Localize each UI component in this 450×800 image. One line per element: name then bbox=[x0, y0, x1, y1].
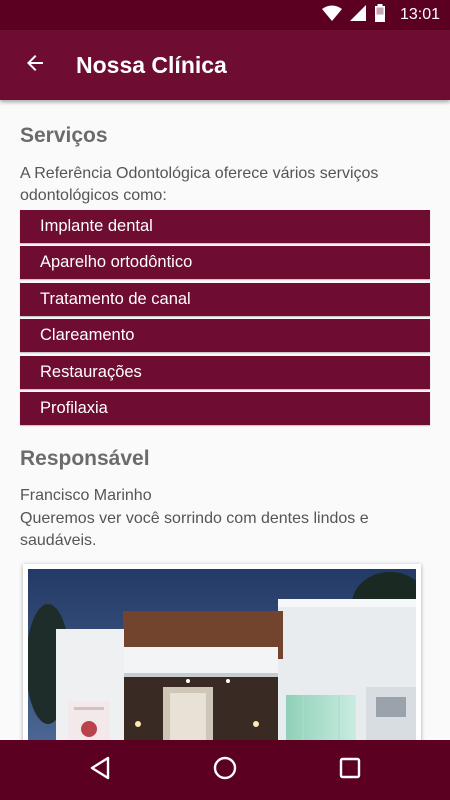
service-item[interactable]: Clareamento bbox=[20, 319, 430, 353]
service-item[interactable]: Tratamento de canal bbox=[20, 282, 430, 316]
service-item[interactable]: Implante dental bbox=[20, 210, 430, 243]
cell-signal-icon bbox=[349, 4, 366, 26]
battery-icon bbox=[374, 3, 386, 27]
status-time: 13:01 bbox=[399, 6, 440, 23]
service-item[interactable]: Profilaxia bbox=[20, 391, 430, 425]
system-nav-bar bbox=[0, 740, 450, 800]
services-intro: A Referência Odontológica oferece vários… bbox=[20, 165, 379, 204]
back-button[interactable] bbox=[14, 44, 56, 86]
responsible-heading: Responsável bbox=[20, 447, 150, 470]
services-list: Implante dental Aparelho ortodôntico Tra… bbox=[20, 210, 430, 428]
status-bar: 13:01 bbox=[0, 0, 450, 30]
services-heading: Serviços bbox=[20, 124, 108, 147]
clinic-photo bbox=[28, 569, 416, 740]
page-title: Nossa Clínica bbox=[76, 52, 227, 78]
service-item[interactable]: Aparelho ortodôntico bbox=[20, 246, 430, 280]
arrow-back-icon bbox=[23, 51, 47, 80]
square-recents-icon bbox=[339, 757, 361, 784]
content-scroll[interactable]: Serviços A Referência Odontológica ofere… bbox=[0, 100, 450, 740]
service-item[interactable]: Restaurações bbox=[20, 355, 430, 389]
wifi-icon bbox=[321, 5, 342, 26]
circle-home-icon bbox=[213, 756, 237, 785]
responsible-message: Queremos ver você sorrindo com dentes li… bbox=[20, 510, 369, 549]
nav-home-button[interactable] bbox=[205, 750, 245, 790]
status-icons: 13:01 bbox=[321, 0, 440, 30]
nav-recents-button[interactable] bbox=[330, 750, 370, 790]
triangle-back-icon bbox=[89, 756, 111, 785]
responsible-name: Francisco Marinho bbox=[20, 487, 152, 504]
nav-back-button[interactable] bbox=[80, 750, 120, 790]
app-bar: Nossa Clínica bbox=[0, 30, 450, 100]
clinic-photo-frame bbox=[23, 564, 421, 740]
